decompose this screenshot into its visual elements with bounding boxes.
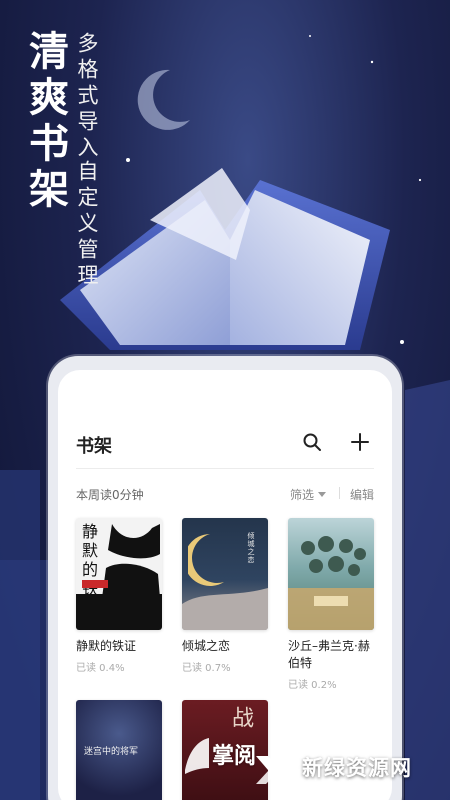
- weekly-reading-time: 本周读0分钟: [76, 488, 144, 502]
- filter-dropdown[interactable]: 筛选: [290, 486, 326, 503]
- book-item[interactable]: 迷宫中的将军: [76, 700, 162, 800]
- chevron-down-icon: [318, 492, 326, 497]
- promo-subline-manage: 自定义管理: [75, 160, 99, 290]
- poster-artwork: [288, 536, 374, 630]
- hands-artwork: [102, 524, 160, 598]
- book-cover[interactable]: [288, 518, 374, 630]
- landscape-artwork: [182, 588, 268, 630]
- cover-band: [76, 594, 162, 630]
- reading-progress: 已读 0.7%: [182, 663, 231, 674]
- toolbar-separator: [339, 487, 340, 499]
- book-title: 倾城之恋: [182, 639, 231, 653]
- page-title: 书架: [76, 436, 112, 457]
- site-logo-icon: [256, 756, 292, 784]
- filter-label: 筛选: [289, 488, 314, 502]
- cover-title: 战: [228, 706, 253, 728]
- site-watermark-url: www.xlhs.com: [304, 780, 394, 790]
- book-cover[interactable]: 倾城之恋: [182, 518, 268, 630]
- book-title: 静默的铁证: [76, 639, 137, 653]
- edit-button[interactable]: 编辑: [350, 486, 374, 503]
- bookshelf-header: 书架: [76, 428, 374, 462]
- search-icon: [303, 433, 321, 451]
- book-cover[interactable]: 静默的铁证: [76, 518, 162, 630]
- book-item[interactable]: 沙丘–弗兰克·赫伯特 已读 0.2%: [288, 518, 374, 691]
- zhangyue-watermark-text: 掌阅: [212, 744, 257, 769]
- cover-title: 倾城之恋: [247, 532, 255, 564]
- promo-headline: 清爽书架: [22, 30, 69, 214]
- plus-icon: [351, 433, 369, 451]
- book-item[interactable]: 静默的铁证 静默的铁证 已读 0.4%: [76, 518, 162, 674]
- book-cover[interactable]: 迷宫中的将军: [76, 700, 162, 800]
- red-label: [82, 580, 108, 588]
- book-item[interactable]: 倾城之恋 倾城之恋 已读 0.7%: [182, 518, 268, 674]
- add-book-button[interactable]: [346, 428, 374, 456]
- cover-title: 迷宫中的将军: [84, 747, 139, 757]
- promo-subline-formats: 多格式导入: [75, 32, 99, 162]
- book-title: 沙丘–弗兰克·赫伯特: [288, 639, 370, 670]
- reading-progress: 已读 0.2%: [288, 680, 337, 691]
- reading-progress: 已读 0.4%: [76, 663, 125, 674]
- header-divider: [76, 468, 374, 469]
- search-button[interactable]: [298, 428, 326, 456]
- site-watermark-title: 新绿资源网: [302, 756, 412, 780]
